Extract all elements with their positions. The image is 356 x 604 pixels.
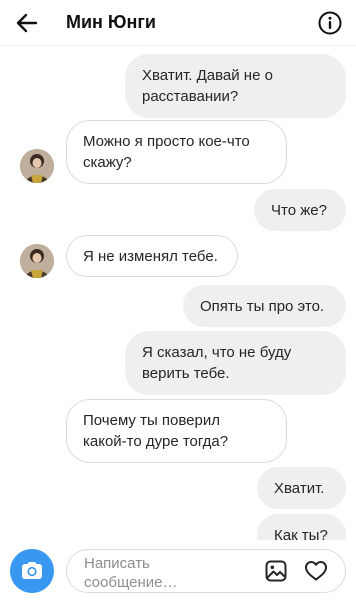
message-incoming: Можно я просто кое-что скажу? (66, 120, 287, 184)
message-outgoing: Опять ты про это. (183, 285, 346, 327)
camera-button[interactable] (10, 549, 54, 593)
message-outgoing: Хватит. (257, 467, 346, 509)
message-incoming: Почему ты поверил какой-то дуре тогда? (66, 399, 287, 463)
heart-icon[interactable] (304, 559, 328, 583)
message-outgoing: Я сказал, что не буду верить тебе. (125, 331, 346, 395)
avatar-photo (20, 149, 54, 183)
arrow-left-icon[interactable] (14, 10, 40, 36)
info-circle-icon[interactable] (318, 11, 342, 35)
chat-header: Мин Юнги (0, 0, 356, 46)
message-composer: Написать сообщение… (0, 540, 356, 604)
message-input-placeholder[interactable]: Написать сообщение… (84, 554, 177, 592)
message-outgoing: Что же? (254, 189, 346, 231)
camera-icon (22, 562, 42, 579)
image-icon[interactable] (264, 559, 288, 583)
message-thread[interactable]: Хватит. Давай не о расставании? Можно я … (0, 46, 356, 540)
message-outgoing: Как ты? (257, 514, 346, 540)
avatar-photo (20, 244, 54, 278)
message-outgoing: Хватит. Давай не о расставании? (125, 54, 346, 118)
message-incoming: Я не изменял тебе. (66, 235, 238, 277)
avatar[interactable] (20, 149, 54, 183)
chat-title[interactable]: Мин Юнги (66, 12, 156, 33)
avatar[interactable] (20, 244, 54, 278)
